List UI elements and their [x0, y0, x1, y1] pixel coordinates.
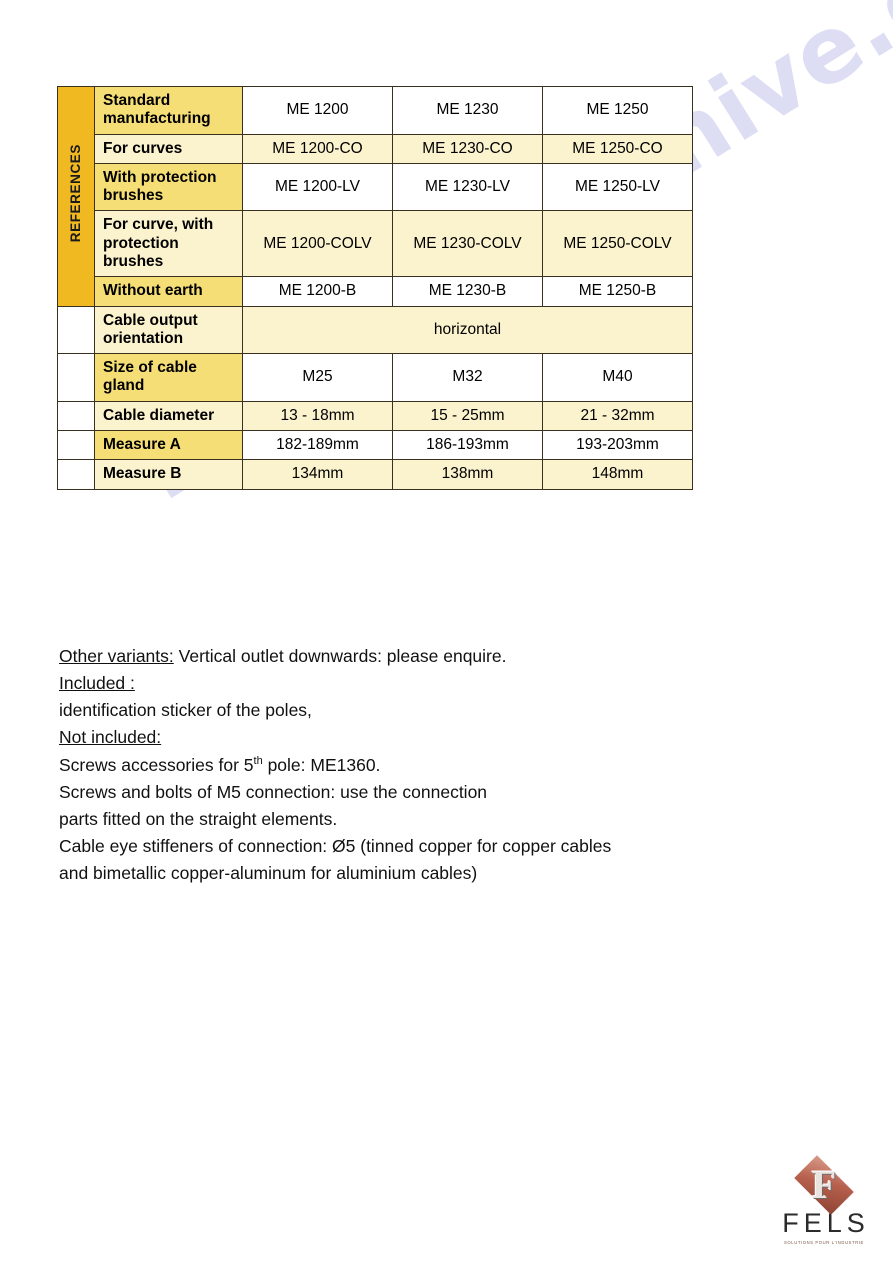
cell-me1250-b: ME 1250-B: [542, 276, 693, 307]
row-label-cable-diameter: Cable diameter: [94, 400, 243, 431]
note-text-screws-a: Screws accessories for 5: [59, 754, 254, 775]
logo-wordmark: FELS: [782, 1208, 870, 1238]
row-label-with-protection-brushes: With protection brushes: [94, 162, 243, 212]
cell-diameter-2: 15 - 25mm: [392, 400, 543, 431]
table-row: With protection brushes ME 1200-LV ME 12…: [58, 162, 693, 212]
empty-side-cell: [57, 353, 95, 402]
empty-side-cell: [57, 400, 95, 431]
cell-gland-m40: M40: [542, 353, 693, 402]
cell-me1230-b: ME 1230-B: [392, 276, 543, 307]
table-row: Cable diameter 13 - 18mm 15 - 25mm 21 - …: [57, 400, 693, 431]
cell-me1230-co: ME 1230-CO: [392, 133, 543, 164]
cell-me1250-standard: ME 1250: [542, 86, 693, 135]
note-line-other-variants: Other variants: Vertical outlet downward…: [59, 643, 759, 670]
note-text-other-variants: Vertical outlet downwards: please enquir…: [173, 646, 507, 666]
table-row: REFERENCES Standard manufacturing ME 120…: [57, 86, 693, 307]
note-heading-not-included: Not included:: [59, 727, 162, 748]
cell-me1250-co: ME 1250-CO: [542, 133, 693, 164]
notes-block: Other variants: Vertical outlet downward…: [59, 643, 759, 887]
note-line-screws-bolts: Screws and bolts of M5 connection: use t…: [59, 781, 488, 802]
note-line-parts-fitted: parts fitted on the straight elements.: [59, 808, 338, 829]
cell-me1250-colv: ME 1250-COLV: [542, 210, 693, 278]
ordinal-suffix: th: [253, 754, 263, 767]
note-text-screws-b: pole: ME1360.: [262, 754, 381, 775]
cell-diameter-1: 13 - 18mm: [242, 400, 393, 431]
table-row: For curves ME 1200-CO ME 1230-CO ME 1250…: [58, 133, 693, 164]
table-row: Cable output orientation horizontal: [57, 305, 693, 355]
cell-diameter-3: 21 - 32mm: [542, 400, 693, 431]
logo-tagline: SOLUTIONS POUR L'INDUSTRIE: [784, 1240, 864, 1245]
note-line-bimetallic: and bimetallic copper-aluminum for alumi…: [59, 863, 478, 883]
row-label-for-curve-with-protection-brushes: For curve, with protection brushes: [94, 210, 243, 278]
cell-gland-m32: M32: [392, 353, 543, 402]
cell-measure-a-1: 182-189mm: [242, 429, 393, 461]
row-label-without-earth: Without earth: [94, 276, 243, 307]
specification-table: REFERENCES Standard manufacturing ME 120…: [57, 86, 693, 490]
table-row: Size of cable gland M25 M32 M40: [57, 353, 693, 402]
row-label-cable-output-orientation: Cable output orientation: [94, 305, 243, 355]
cell-me1230-standard: ME 1230: [392, 86, 543, 135]
empty-side-cell: [57, 429, 95, 461]
empty-side-cell: [57, 305, 95, 355]
row-label-measure-a: Measure A: [94, 429, 243, 461]
cell-me1200-colv: ME 1200-COLV: [242, 210, 393, 278]
note-line-not-included: Not included:: [59, 724, 759, 751]
row-label-measure-b: Measure B: [94, 459, 243, 490]
table-row: For curve, with protection brushes ME 12…: [58, 210, 693, 278]
cell-measure-b-2: 138mm: [392, 459, 543, 490]
table-row: Without earth ME 1200-B ME 1230-B ME 125…: [58, 276, 693, 307]
cell-measure-a-3: 193-203mm: [542, 429, 693, 461]
empty-side-cell: [57, 459, 95, 490]
cell-me1230-lv: ME 1230-LV: [392, 162, 543, 212]
cell-me1200-co: ME 1200-CO: [242, 133, 393, 164]
cell-me1250-lv: ME 1250-LV: [542, 162, 693, 212]
cell-measure-b-3: 148mm: [542, 459, 693, 490]
logo-diamond-mark: F: [784, 1155, 864, 1215]
cell-measure-b-1: 134mm: [242, 459, 393, 490]
cell-measure-a-2: 186-193mm: [392, 429, 543, 461]
cell-me1200-standard: ME 1200: [242, 86, 393, 135]
note-line-identification-sticker: identification sticker of the poles,: [59, 700, 312, 721]
cell-cable-output-orientation-value: horizontal: [242, 305, 693, 355]
logo-letter-f: F: [811, 1162, 837, 1207]
table-body: REFERENCES Standard manufacturing ME 120…: [57, 86, 693, 490]
cell-me1230-colv: ME 1230-COLV: [392, 210, 543, 278]
note-heading-included: Included :: [59, 673, 135, 694]
row-label-standard-manufacturing: Standard manufacturing: [94, 86, 243, 135]
cell-me1200-lv: ME 1200-LV: [242, 162, 393, 212]
row-label-size-of-cable-gland: Size of cable gland: [94, 353, 243, 402]
fels-logo: F FELS SOLUTIONS POUR L'INDUSTRIE: [769, 1155, 879, 1251]
document-page: manualsarchive.com REFERENCES Standard m…: [0, 0, 893, 1263]
references-label-text: REFERENCES: [68, 144, 84, 243]
table-row: Measure A 182-189mm 186-193mm 193-203mm: [57, 429, 693, 461]
note-line-screws-accessories: Screws accessories for 5th pole: ME1360.: [59, 752, 759, 779]
cell-gland-m25: M25: [242, 353, 393, 402]
note-line-cable-eye-stiffeners: Cable eye stiffeners of connection: Ø5 (…: [59, 835, 612, 856]
references-side-label: REFERENCES: [57, 86, 95, 307]
note-heading-other-variants: Other variants:: [59, 646, 174, 666]
row-label-for-curves: For curves: [94, 133, 243, 164]
note-line-included: Included :: [59, 670, 759, 697]
specification-table-container: REFERENCES Standard manufacturing ME 120…: [57, 86, 693, 490]
cell-me1200-b: ME 1200-B: [242, 276, 393, 307]
table-row: Measure B 134mm 138mm 148mm: [57, 459, 693, 490]
